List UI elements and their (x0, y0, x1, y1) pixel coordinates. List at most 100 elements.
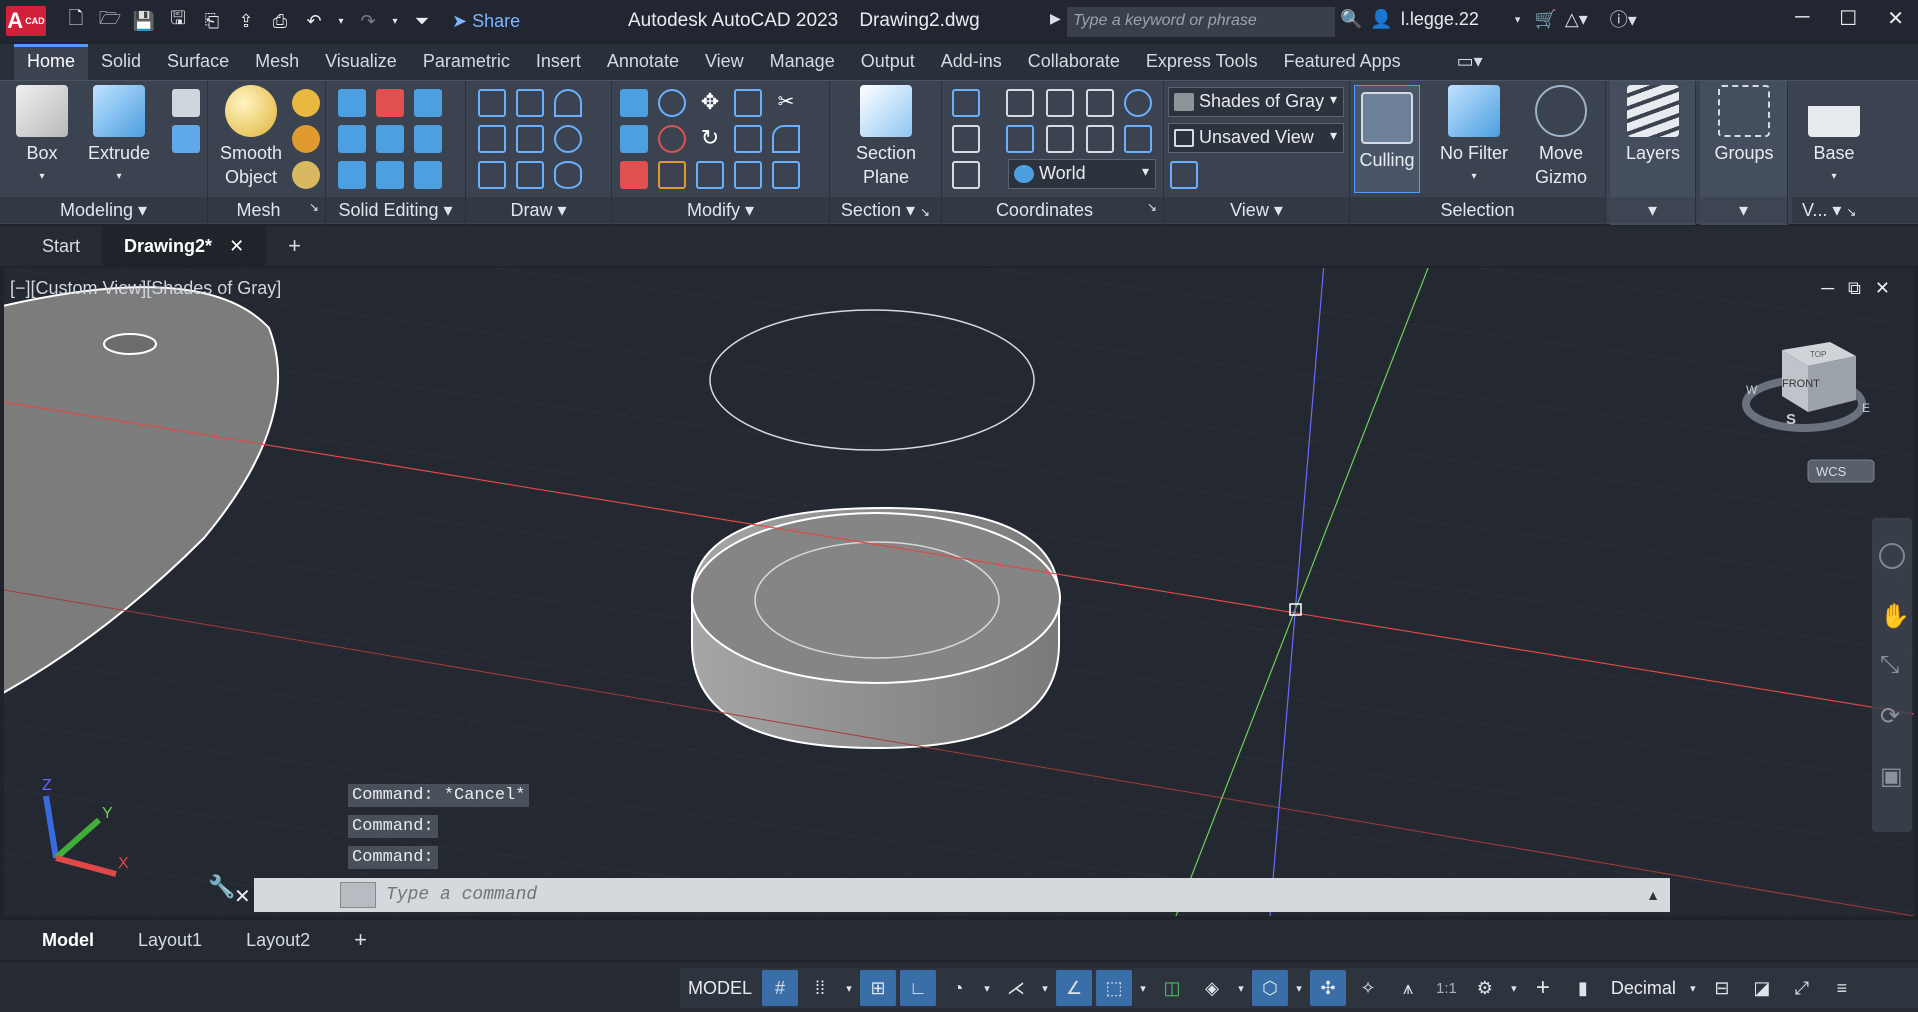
ucs-view-icon[interactable] (1086, 89, 1114, 117)
tab-express-tools[interactable]: Express Tools (1133, 51, 1271, 80)
tab-output[interactable]: Output (848, 51, 928, 80)
tab-parametric[interactable]: Parametric (410, 51, 523, 80)
orbit-icon[interactable]: ⟳ (1880, 703, 1900, 730)
no-filter-button[interactable]: No Filter ▾ (1432, 85, 1516, 189)
search-input[interactable]: Type a keyword or phrase (1067, 7, 1335, 37)
workspace-gear-icon[interactable]: ⚙ (1467, 970, 1503, 1006)
presspull-icon[interactable] (172, 125, 200, 153)
ucs-named-icon[interactable] (952, 125, 980, 153)
scale-icon[interactable] (734, 125, 762, 153)
command-recent-icon[interactable] (340, 882, 376, 908)
base-view-panel-label[interactable]: V... ▾ ↘ (1792, 197, 1918, 223)
tab-model[interactable]: Model (20, 930, 116, 951)
object-snap-icon[interactable]: ⬚ (1096, 970, 1133, 1006)
save-to-web-icon[interactable]: ⇪ (234, 9, 258, 33)
layers-button[interactable]: Layers (1618, 85, 1688, 165)
ucs-origin-icon[interactable] (1046, 89, 1074, 117)
cart-icon[interactable]: 🛒 (1534, 9, 1556, 30)
wcs-menu[interactable]: WCS (1807, 459, 1875, 483)
thicken-icon[interactable] (376, 161, 404, 189)
ucs-previous-icon[interactable] (1006, 125, 1034, 153)
box-button[interactable]: Box ▾ (10, 85, 74, 189)
spline-icon[interactable] (478, 125, 506, 153)
solid-history-icon[interactable] (414, 89, 442, 117)
drawing-viewport[interactable]: Z Y X TOP FRONT S W E WCS ✋ ⤡ ⟳ ▣ [−][Cu… (4, 268, 1914, 916)
array-icon[interactable] (734, 89, 762, 117)
3d-align-icon[interactable] (658, 161, 686, 189)
helix-icon[interactable] (516, 89, 544, 117)
autodesk-app-icon[interactable]: △▾ (1565, 9, 1588, 30)
modify-panel-label[interactable]: Modify ▾ (612, 197, 829, 223)
redo-dropdown-icon[interactable]: ▾ (390, 9, 400, 33)
app-logo[interactable]: A CAD (6, 6, 46, 36)
mesh-smooth-more-icon[interactable] (292, 89, 320, 117)
draw-panel-label[interactable]: Draw ▾ (466, 197, 611, 223)
tab-home[interactable]: Home (14, 44, 89, 80)
navigation-bar[interactable]: ✋ ⤡ ⟳ ▣ (1872, 518, 1912, 832)
ucs-icon-properties-icon[interactable] (952, 161, 980, 189)
customize-qat-icon[interactable]: ⏷ (410, 9, 434, 33)
section-panel-label[interactable]: Section ▾ ↘ (830, 197, 941, 223)
small-hole[interactable] (103, 333, 157, 355)
snap-icon[interactable]: ⁞⁞ (802, 970, 838, 1006)
smooth-object-button[interactable]: Smooth Object (214, 85, 288, 189)
plot-icon[interactable]: ⎙ (268, 9, 292, 33)
tab-insert[interactable]: Insert (523, 51, 594, 80)
units-dropdown[interactable]: Decimal (1603, 978, 1684, 999)
move-icon[interactable]: ✥ (696, 89, 724, 117)
snap-dropdown-icon[interactable]: ▾ (842, 970, 856, 1006)
isometric-dropdown-icon[interactable]: ▾ (1038, 970, 1052, 1006)
ellipse-icon[interactable] (554, 161, 582, 189)
explode-icon[interactable] (772, 161, 800, 189)
visual-style-dropdown[interactable]: Shades of Gray ▾ (1168, 87, 1344, 117)
stretch-icon[interactable] (696, 161, 724, 189)
fillet-icon[interactable] (772, 125, 800, 153)
extrude-button[interactable]: Extrude ▾ (82, 85, 156, 189)
viewport-config-icon[interactable] (1170, 161, 1198, 189)
quick-properties-icon[interactable]: ⊟ (1704, 970, 1740, 1006)
viewport-controls-label[interactable]: [−][Custom View][Shades of Gray] (10, 278, 281, 299)
3d-osnap-icon[interactable]: ◫ (1154, 970, 1190, 1006)
model-canvas[interactable]: Z Y X TOP FRONT S W E WCS ✋ ⤡ ⟳ ▣ (4, 268, 1914, 916)
mesh-refine-icon[interactable] (292, 161, 320, 189)
tab-add-ins[interactable]: Add-ins (928, 51, 1015, 80)
ucs-object-icon[interactable] (1006, 89, 1034, 117)
clean-screen-icon[interactable]: ⤢ (1784, 970, 1820, 1006)
undo-dropdown-icon[interactable]: ▾ (336, 9, 346, 33)
new-tab-icon[interactable]: + (266, 233, 323, 259)
view-panel-label[interactable]: View ▾ (1164, 197, 1349, 223)
ucs-x-icon[interactable] (1046, 125, 1074, 153)
customization-menu-icon[interactable]: ≡ (1824, 970, 1860, 1006)
search-expand-icon[interactable]: ▶ (1050, 10, 1061, 27)
minimize-icon[interactable]: ─ (1795, 6, 1809, 31)
base-view-button[interactable]: Base ▾ (1798, 85, 1870, 189)
object-snap-tracking-icon[interactable]: ∠ (1056, 970, 1093, 1006)
infer-constraints-icon[interactable]: ⊞ (860, 970, 897, 1006)
close-icon[interactable]: ✕ (1887, 6, 1904, 31)
new-file-icon[interactable]: 🗋 (64, 8, 88, 33)
tab-start[interactable]: Start (20, 236, 102, 257)
command-settings-wrench-icon[interactable]: 🔧 (208, 874, 248, 900)
user-icon[interactable]: 👤 (1370, 9, 1392, 30)
polyline-icon[interactable] (478, 89, 506, 117)
help-icon[interactable]: ⓘ▾ (1610, 6, 1637, 32)
polar-tracking-icon[interactable]: ◔ (940, 970, 976, 1006)
annotation-monitor-icon[interactable]: + (1525, 970, 1561, 1006)
tab-visualize[interactable]: Visualize (312, 51, 410, 80)
named-view-dropdown[interactable]: Unsaved View ▾ (1168, 123, 1344, 153)
viewport-close-icon[interactable]: ✕ (1875, 278, 1890, 299)
arc-icon[interactable] (554, 89, 582, 117)
graphics-performance-icon[interactable]: ◪ (1744, 970, 1780, 1006)
tab-layout2[interactable]: Layout2 (224, 930, 332, 951)
tab-mesh[interactable]: Mesh (242, 51, 312, 80)
new-layout-icon[interactable]: + (332, 927, 389, 953)
undo-icon[interactable]: ↶ (302, 9, 326, 33)
mesh-smooth-less-icon[interactable] (292, 125, 320, 153)
open-folder-icon[interactable]: 🗁 (98, 8, 122, 33)
viewport-minimize-icon[interactable]: ─ (1821, 278, 1834, 299)
tab-solid[interactable]: Solid (88, 51, 154, 80)
layers-panel-expand-icon[interactable]: ▾ (1610, 197, 1695, 223)
gizmo-toggle-icon[interactable]: ✣ (1310, 970, 1347, 1006)
tab-featured-apps[interactable]: Featured Apps (1271, 51, 1414, 80)
tab-collaborate[interactable]: Collaborate (1015, 51, 1133, 80)
